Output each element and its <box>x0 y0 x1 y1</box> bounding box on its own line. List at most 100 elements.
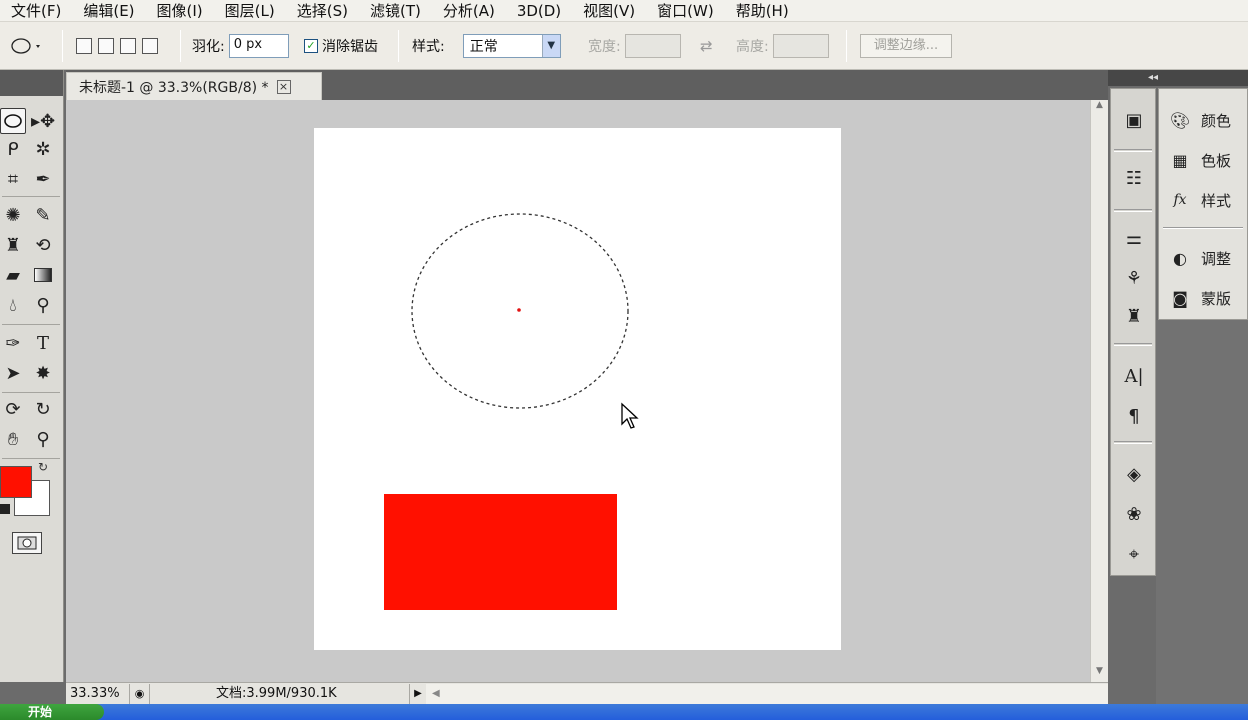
3d-rotate-tool[interactable]: ⟳ <box>0 396 26 422</box>
crop-tool[interactable]: ⌗ <box>0 166 26 192</box>
height-input[interactable] <box>772 34 829 58</box>
panel-icon-strip: ▣ ☷ ⚌ ⚘ ♜ A| ¶ ◈ ❀ ⌖ <box>1110 88 1156 576</box>
move-icon: ▸✥ <box>30 110 56 132</box>
horizontal-scrollbar[interactable]: ◀ <box>426 683 1108 704</box>
menu-layer[interactable]: 图层(L) <box>214 0 286 22</box>
status-menu-icon[interactable]: ◉ <box>130 683 150 704</box>
eraser-icon: ▰ <box>6 264 20 286</box>
3d-orbit-tool[interactable]: ↻ <box>30 396 56 422</box>
dodge-tool[interactable]: ⚲ <box>30 292 56 318</box>
swap-dimensions-icon[interactable]: ⇄ <box>700 37 713 55</box>
move-tool[interactable]: ▸✥ <box>30 108 56 134</box>
style-select-value: 正常 <box>469 39 498 55</box>
brushes-panel-icon[interactable]: ⚌ <box>1121 225 1147 251</box>
tool-preset-picker[interactable] <box>10 34 44 58</box>
lasso-tool[interactable]: ᑭ <box>0 136 26 162</box>
panel-masks[interactable]: ◙ 蒙版 <box>1167 285 1231 311</box>
panel-adjustments[interactable]: ◐ 调整 <box>1167 245 1231 271</box>
menu-select[interactable]: 选择(S) <box>286 0 359 22</box>
quick-mask-button[interactable] <box>12 532 42 554</box>
panel-color[interactable]: 🎨︎ 颜色 <box>1167 107 1231 133</box>
blur-tool[interactable]: 💧︎ <box>0 292 26 318</box>
hand-icon: ✋︎ <box>7 428 19 450</box>
menu-view[interactable]: 视图(V) <box>572 0 646 22</box>
menu-window[interactable]: 窗口(W) <box>646 0 725 22</box>
custom-shape-tool[interactable]: ✸ <box>30 360 56 386</box>
panel-collapse-header[interactable]: ◂◂ <box>1108 70 1248 86</box>
path-selection-tool[interactable]: ➤ <box>0 360 26 386</box>
scroll-down-icon[interactable]: ▼ <box>1091 666 1108 682</box>
channels-panel-icon[interactable]: ❀ <box>1121 501 1147 527</box>
style-label: 样式: <box>412 39 445 55</box>
add-to-selection-icon[interactable] <box>98 38 114 54</box>
foreground-color-swatch[interactable] <box>0 466 32 498</box>
elliptical-marquee-tool[interactable] <box>0 108 26 134</box>
spot-healing-tool[interactable]: ✺ <box>0 202 26 228</box>
history-brush-tool[interactable]: ⟲ <box>30 232 56 258</box>
vertical-scrollbar[interactable]: ▲ ▼ <box>1090 100 1108 682</box>
navigator-panel-icon[interactable]: ▣ <box>1121 107 1147 133</box>
menu-filter[interactable]: 滤镜(T) <box>359 0 432 22</box>
refine-edge-button[interactable]: 调整边缘... <box>860 34 952 58</box>
menu-analysis[interactable]: 分析(A) <box>432 0 506 22</box>
brush-tool[interactable]: ✎ <box>30 202 56 228</box>
document-tab[interactable]: 未标题-1 @ 33.3%(RGB/8) * × <box>66 72 322 100</box>
intersect-selection-icon[interactable] <box>142 38 158 54</box>
clone-stamp-tool[interactable]: ♜ <box>0 232 26 258</box>
gradient-tool[interactable] <box>30 262 56 288</box>
magic-wand-tool[interactable]: ✲ <box>30 136 56 162</box>
paragraph-panel-icon[interactable]: ¶ <box>1121 403 1147 429</box>
tool-presets-panel-icon[interactable]: ⚘ <box>1121 265 1147 291</box>
shape-icon: ✸ <box>35 362 51 384</box>
panel-masks-label: 蒙版 <box>1201 289 1232 308</box>
height-label: 高度: <box>736 39 769 55</box>
toolbox: ▸✥ ᑭ ✲ ⌗ ✒ ✺ ✎ ♜ ⟲ ▰ 💧︎ ⚲ ✑ T ➤ ✸ ⟳ ↻ ✋︎… <box>0 70 64 682</box>
default-colors-icon[interactable] <box>0 504 10 514</box>
crop-icon: ⌗ <box>7 168 19 190</box>
panel-styles-label: 样式 <box>1201 191 1232 210</box>
bandage-icon: ✺ <box>5 204 21 226</box>
antialias-checkbox[interactable]: ✓ <box>304 39 318 53</box>
clone-source-panel-icon[interactable]: ♜ <box>1121 303 1147 329</box>
type-tool[interactable]: T <box>30 330 56 356</box>
style-select[interactable]: 正常 ▼ <box>462 34 561 58</box>
panel-swatches[interactable]: ▦ 色板 <box>1167 147 1231 173</box>
menu-image[interactable]: 图像(I) <box>146 0 214 22</box>
canvas-area[interactable] <box>66 100 1090 682</box>
pen-tool[interactable]: ✑ <box>0 330 26 356</box>
menu-3d[interactable]: 3D(D) <box>506 0 572 22</box>
eyedropper-tool[interactable]: ✒ <box>30 166 56 192</box>
scroll-left-icon[interactable]: ◀ <box>426 688 440 699</box>
new-selection-icon[interactable] <box>76 38 92 54</box>
menu-help[interactable]: 帮助(H) <box>725 0 800 22</box>
start-button[interactable]: 开始 <box>0 704 104 720</box>
eraser-tool[interactable]: ▰ <box>0 262 26 288</box>
status-arrow-icon[interactable]: ▶ <box>410 684 426 704</box>
ellipse-icon <box>4 114 22 128</box>
scroll-up-icon[interactable]: ▲ <box>1091 100 1108 116</box>
canvas-drawing <box>384 213 629 610</box>
swatches-icon: ▦ <box>1172 150 1188 170</box>
hand-tool[interactable]: ✋︎ <box>0 426 26 452</box>
layers-panel-icon[interactable]: ◈ <box>1121 461 1147 487</box>
panel-styles[interactable]: fx 样式 <box>1167 187 1231 213</box>
zoom-tool[interactable]: ⚲ <box>30 426 56 452</box>
close-icon[interactable]: × <box>276 79 291 94</box>
3d-orbit-icon: ↻ <box>35 398 51 420</box>
width-input[interactable] <box>624 34 681 58</box>
magnifier-icon: ⚲ <box>36 428 50 450</box>
menu-edit[interactable]: 编辑(E) <box>72 0 145 22</box>
zoom-level[interactable]: 33.33% <box>66 683 130 704</box>
history-panel-icon[interactable]: ☷ <box>1121 165 1147 191</box>
feather-input[interactable]: 0 px <box>228 34 289 58</box>
subtract-selection-icon[interactable] <box>120 38 136 54</box>
toolbox-header <box>0 70 63 96</box>
document-canvas[interactable] <box>314 128 841 650</box>
character-panel-icon[interactable]: A| <box>1121 363 1147 389</box>
menu-file[interactable]: 文件(F) <box>0 0 72 22</box>
dodge-icon: ⚲ <box>36 294 50 316</box>
elliptical-marquee-icon <box>11 38 40 54</box>
swap-colors-icon[interactable]: ↻ <box>38 460 48 474</box>
lasso-icon: ᑭ <box>7 138 19 160</box>
paths-panel-icon[interactable]: ⌖ <box>1121 541 1147 567</box>
